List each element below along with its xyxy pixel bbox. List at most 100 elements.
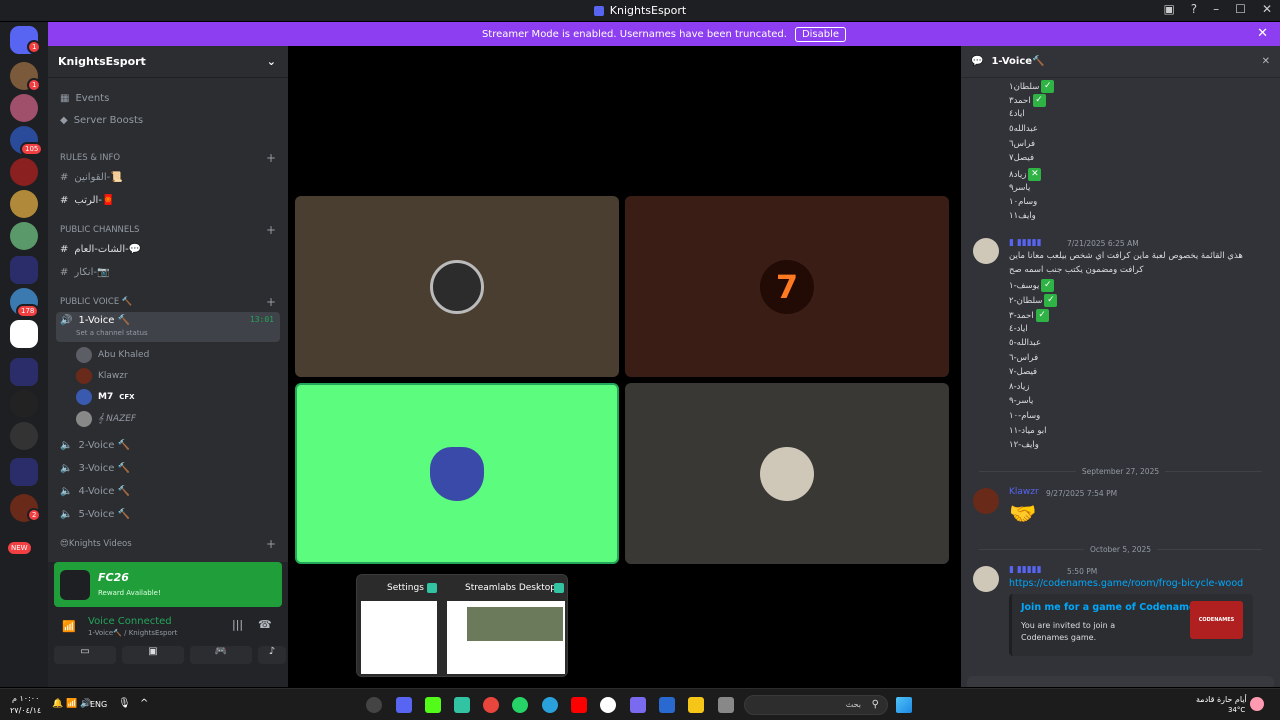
chatgpt-icon[interactable]: [600, 697, 616, 713]
task-view-icon[interactable]: [718, 697, 734, 713]
voice-member[interactable]: M7 CFX: [76, 388, 135, 406]
reward-card[interactable]: FC26 Reward Available!: [54, 562, 282, 607]
category-public[interactable]: PUBLIC CHANNELS +: [56, 220, 280, 240]
server-icon[interactable]: [10, 222, 38, 250]
avatar[interactable]: [973, 238, 999, 264]
events-item[interactable]: ▦ Events: [56, 88, 280, 108]
avatar[interactable]: [973, 488, 999, 514]
bell-icon[interactable]: 🔔: [52, 699, 63, 709]
copilot-icon[interactable]: [630, 697, 646, 713]
add-channel-icon[interactable]: +: [266, 295, 276, 309]
folder-icon[interactable]: [10, 458, 38, 486]
participant-tile[interactable]: [625, 383, 949, 564]
disable-button[interactable]: Disable: [794, 26, 847, 42]
participant-tile-speaking[interactable]: [295, 383, 619, 564]
channel-status[interactable]: Set a channel status: [76, 329, 148, 337]
camera-button[interactable]: ▭: [54, 646, 116, 664]
voice-channel[interactable]: 🔈 4-Voice 🔨: [56, 481, 280, 501]
server-icon[interactable]: [10, 390, 38, 418]
telegram-icon[interactable]: [542, 697, 558, 713]
maximize-button[interactable]: ☐: [1235, 2, 1246, 16]
file-explorer-icon[interactable]: [688, 697, 704, 713]
channel-item[interactable]: # انكار-📷: [56, 262, 280, 282]
server-icon[interactable]: [10, 158, 38, 186]
start-button[interactable]: [896, 697, 912, 713]
youtube-icon[interactable]: [571, 697, 587, 713]
new-badge: NEW: [6, 540, 33, 556]
preview-thumbnail[interactable]: [447, 601, 565, 674]
wifi-icon[interactable]: 📶: [66, 699, 77, 709]
weather-temp[interactable]: 34°C: [1228, 706, 1245, 714]
weather-icon[interactable]: [1250, 697, 1264, 711]
message-link[interactable]: https://codenames.game/room/frog-bicycle…: [1009, 578, 1243, 589]
avatar[interactable]: [973, 566, 999, 592]
folder-icon[interactable]: [10, 256, 38, 284]
close-icon[interactable]: ✕: [1257, 26, 1268, 41]
whatsapp-icon[interactable]: [512, 697, 528, 713]
store-icon[interactable]: [659, 697, 675, 713]
discord-icon[interactable]: [396, 697, 412, 713]
message-author[interactable]: ▮ ▮▮▮▮▮: [1009, 238, 1042, 248]
voice-member[interactable]: 𝄞 NAZEF: [76, 410, 136, 428]
list-text: وايف١١: [1009, 211, 1036, 221]
channel-item[interactable]: # الشات-العام-💬: [56, 239, 280, 259]
channel-item[interactable]: # الرتب-🧧: [56, 190, 280, 210]
handshake-emoji: 🤝: [1009, 502, 1037, 527]
preview-title[interactable]: Streamlabs Desktop: [465, 583, 556, 593]
chrome-icon[interactable]: [483, 697, 499, 713]
message-author[interactable]: ▮ ▮▮▮▮▮: [1009, 565, 1042, 575]
preview-thumbnail[interactable]: [361, 601, 437, 674]
server-icon[interactable]: [10, 94, 38, 122]
help-icon[interactable]: ?: [1191, 2, 1197, 16]
microphone-icon[interactable]: 🎙: [118, 698, 131, 709]
category-rules[interactable]: RULES & INFO +: [56, 148, 280, 168]
soundboard-button[interactable]: ♪: [258, 646, 286, 664]
clock-time[interactable]: ١٠:٠٠ م: [12, 694, 39, 703]
voice-channel-active[interactable]: 🔊 1-Voice 🔨 13:01 Set a channel status: [56, 312, 280, 342]
message-author[interactable]: Klawzr: [1009, 487, 1039, 497]
participant-tile[interactable]: 7: [625, 196, 949, 377]
chevron-up-icon[interactable]: ^: [140, 698, 148, 709]
search-box[interactable]: بحث ⚲: [744, 695, 888, 715]
noise-suppression-icon[interactable]: |||: [232, 618, 243, 631]
activity-button[interactable]: 🎮: [190, 646, 252, 664]
hash-icon: #: [60, 243, 69, 255]
minimize-button[interactable]: –: [1213, 2, 1219, 16]
server-icon[interactable]: [10, 422, 38, 450]
language-indicator[interactable]: ENG: [90, 700, 107, 709]
disconnect-icon[interactable]: ☎: [258, 618, 272, 631]
guild-header[interactable]: KnightsEsport ⌄: [48, 46, 288, 78]
add-channel-icon[interactable]: +: [266, 223, 276, 237]
clock-date[interactable]: ٢٧/٠٤/١٤: [10, 706, 41, 715]
server-icon[interactable]: [10, 320, 38, 348]
add-channel-icon[interactable]: +: [266, 537, 276, 551]
category-label: RULES & INFO: [60, 153, 121, 163]
invite-embed[interactable]: Join me for a game of Codenames You are …: [1009, 594, 1253, 656]
streamlabs-icon[interactable]: [454, 697, 470, 713]
category-videos[interactable]: 😍Knights Videos +: [56, 534, 280, 554]
close-icon[interactable]: ✕: [1262, 56, 1270, 67]
participant-tile[interactable]: [295, 196, 619, 377]
message-input[interactable]: [967, 676, 1274, 687]
close-window-button[interactable]: ✕: [1262, 2, 1272, 16]
add-channel-icon[interactable]: +: [266, 151, 276, 165]
folder-icon[interactable]: [10, 358, 38, 386]
speaker-icon: 🔈: [60, 485, 73, 497]
category-voice[interactable]: PUBLIC VOICE 🔨 +: [56, 292, 280, 312]
voice-member[interactable]: Abu Khaled: [76, 346, 149, 364]
kick-icon[interactable]: [425, 697, 441, 713]
weather-label[interactable]: أيام حارة قادمة: [1196, 695, 1247, 704]
server-boosts-item[interactable]: ◆ Server Boosts: [56, 110, 280, 130]
server-icon[interactable]: [10, 190, 38, 218]
voice-status[interactable]: Voice Connected: [88, 616, 172, 627]
screenshare-button[interactable]: ▣: [122, 646, 184, 664]
preview-title[interactable]: Settings: [387, 583, 424, 593]
voice-channel[interactable]: 🔈 2-Voice 🔨: [56, 435, 280, 455]
voice-member[interactable]: Klawzr: [76, 367, 128, 385]
voice-channel[interactable]: 🔈 5-Voice 🔨: [56, 504, 280, 524]
inbox-icon[interactable]: ▣: [1163, 2, 1174, 16]
app-icon[interactable]: [366, 697, 382, 713]
voice-channel[interactable]: 🔈 3-Voice 🔨: [56, 458, 280, 478]
channel-item[interactable]: # القوانين-📜: [56, 167, 280, 187]
embed-title[interactable]: Join me for a game of Codenames: [1021, 602, 1201, 613]
